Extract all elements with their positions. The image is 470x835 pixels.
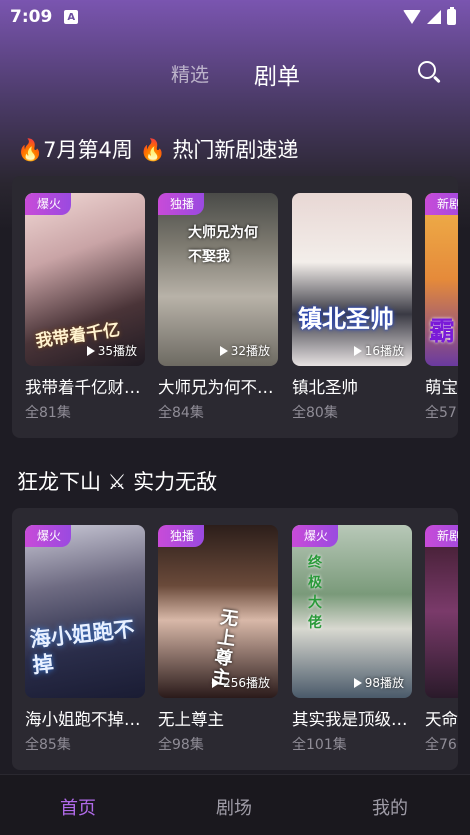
badge: 爆火 — [292, 525, 339, 547]
episode-count: 全57 — [425, 405, 457, 421]
drama-card[interactable]: 海小姐跑不掉 爆火 海小姐跑不掉… 全85集 — [25, 525, 145, 754]
section-title: 狂龙下山 ⚔ 实力无敌 — [17, 470, 218, 494]
play-count: 16播放 — [353, 342, 404, 359]
drama-title: 镇北圣帅 — [292, 378, 358, 397]
play-count: 32播放 — [219, 342, 270, 359]
drama-poster[interactable]: 我带着千亿 爆火 35播放 — [25, 193, 145, 366]
drama-carousel[interactable]: 我带着千亿 爆火 35播放 我带着千亿财… 全81集 大师兄为何不娶我 独播 3… — [12, 176, 458, 438]
poster-title-text: 终极大佬 — [308, 555, 322, 631]
drama-card[interactable]: 大师兄为何不娶我 独播 32播放 大师兄为何不… 全84集 — [158, 193, 278, 422]
tab-playlist[interactable]: 剧单 — [254, 57, 300, 91]
badge: 独播 — [158, 525, 205, 547]
tab-featured[interactable]: 精选 — [171, 60, 209, 87]
drama-title: 无上尊主 — [158, 710, 224, 729]
episode-count: 全81集 — [25, 405, 71, 421]
episode-count: 全76 — [425, 737, 457, 753]
drama-card[interactable]: 新剧 天命 全76 — [425, 525, 458, 754]
status-time: 7:09 — [10, 7, 53, 27]
drama-card[interactable]: 霸 新剧 萌宝 全57 — [425, 193, 458, 422]
search-button[interactable] — [414, 58, 444, 88]
poster-title-text: 霸 — [429, 317, 456, 347]
episode-count: 全98集 — [158, 737, 204, 753]
drama-poster[interactable]: 终极大佬 爆火 98播放 — [292, 525, 412, 698]
nav-profile[interactable]: 我的 — [372, 794, 408, 820]
episode-count: 全84集 — [158, 405, 204, 421]
play-icon — [212, 677, 221, 688]
battery-icon — [447, 7, 456, 25]
signal-icon — [427, 10, 441, 24]
drama-poster[interactable]: 无上尊主 独播 256播放 — [158, 525, 278, 698]
play-count: 98播放 — [353, 674, 404, 691]
play-icon — [353, 677, 362, 688]
drama-poster[interactable]: 新剧 — [425, 525, 458, 698]
badge: 独播 — [158, 193, 205, 215]
drama-poster[interactable]: 大师兄为何不娶我 独播 32播放 — [158, 193, 278, 366]
drama-title: 我带着千亿财… — [25, 378, 141, 397]
drama-title: 大师兄为何不… — [158, 378, 274, 397]
drama-title: 其实我是顶级… — [292, 710, 408, 729]
badge: 新剧 — [425, 193, 458, 215]
drama-poster[interactable]: 霸 新剧 — [425, 193, 458, 366]
drama-carousel[interactable]: 海小姐跑不掉 爆火 海小姐跑不掉… 全85集 无上尊主 独播 256播放 无上尊… — [12, 508, 458, 770]
wifi-icon — [403, 10, 421, 24]
drama-card[interactable]: 镇北圣帅 16播放 镇北圣帅 全80集 — [292, 193, 412, 422]
drama-poster[interactable]: 海小姐跑不掉 爆火 — [25, 525, 145, 698]
play-icon — [353, 345, 362, 356]
play-icon — [86, 345, 95, 356]
episode-count: 全80集 — [292, 405, 338, 421]
badge: 新剧 — [425, 525, 458, 547]
poster-title-text: 大师兄为何不娶我 — [188, 225, 258, 265]
notification-icon: A — [64, 10, 79, 24]
badge: 爆火 — [25, 525, 72, 547]
drama-title: 天命 — [425, 710, 458, 729]
drama-card[interactable]: 无上尊主 独播 256播放 无上尊主 全98集 — [158, 525, 278, 754]
bottom-nav: 首页 剧场 我的 — [0, 774, 470, 835]
section-title: 🔥7月第4周 🔥 热门新剧速递 — [17, 138, 299, 162]
nav-home[interactable]: 首页 — [60, 794, 96, 820]
status-bar: 7:09 A — [0, 0, 470, 34]
drama-poster[interactable]: 镇北圣帅 16播放 — [292, 193, 412, 366]
play-icon — [219, 345, 228, 356]
drama-title: 海小姐跑不掉… — [25, 710, 141, 729]
episode-count: 全101集 — [292, 737, 347, 753]
nav-theater[interactable]: 剧场 — [216, 794, 252, 820]
play-count: 256播放 — [212, 674, 270, 691]
drama-card[interactable]: 我带着千亿 爆火 35播放 我带着千亿财… 全81集 — [25, 193, 145, 422]
episode-count: 全85集 — [25, 737, 71, 753]
poster-title-text: 镇北圣帅 — [298, 304, 394, 333]
drama-title: 萌宝 — [425, 378, 458, 397]
play-count: 35播放 — [86, 342, 137, 359]
drama-card[interactable]: 终极大佬 爆火 98播放 其实我是顶级… 全101集 — [292, 525, 412, 754]
badge: 爆火 — [25, 193, 72, 215]
top-nav: 精选 剧单 — [0, 50, 470, 94]
